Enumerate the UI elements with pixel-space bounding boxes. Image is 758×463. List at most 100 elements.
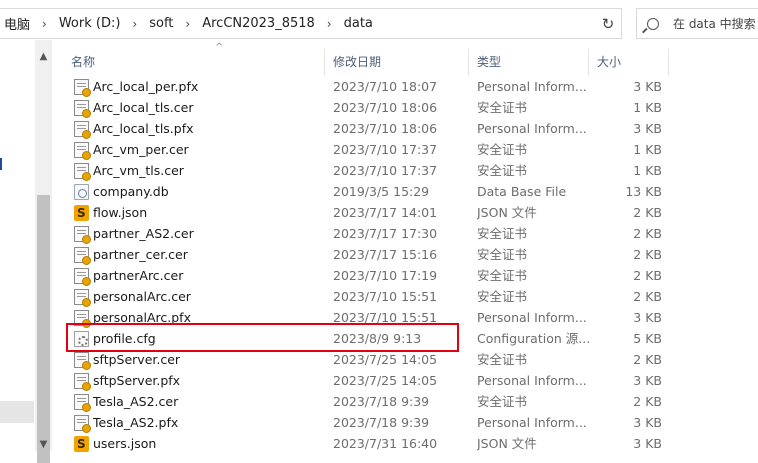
refresh-icon[interactable]: ↻ <box>594 8 622 39</box>
chevron-right-icon[interactable]: › <box>319 17 340 31</box>
file-row[interactable]: sftpServer.pfx 2023/7/25 14:05 Personal In… <box>62 370 758 391</box>
file-type: 安全证书 <box>477 352 528 367</box>
file-type: Configuration 源... <box>477 331 591 346</box>
breadcrumb-data[interactable]: data <box>340 16 377 31</box>
column-header-size[interactable]: 大小 <box>588 49 668 75</box>
file-size: 2 KB <box>633 226 662 241</box>
column-header-type[interactable]: 类型 <box>468 49 588 75</box>
file-type: Personal Inform... <box>477 373 587 388</box>
file-size: 2 KB <box>633 289 662 304</box>
file-size: 2 KB <box>633 268 662 283</box>
file-type: Personal Inform... <box>477 310 587 325</box>
file-date: 2023/7/17 14:01 <box>333 205 438 220</box>
search-placeholder: 在 data 中搜索 <box>673 17 756 31</box>
file-name: Arc_vm_per.cer <box>93 142 189 157</box>
file-row[interactable]: flow.json 2023/7/17 14:01 JSON 文件 2 KB <box>62 202 758 223</box>
file-name: Arc_local_tls.pfx <box>93 121 194 136</box>
file-row[interactable]: personalArc.cer 2023/7/10 15:51 安全证书 2 KB <box>62 286 758 307</box>
file-name: sftpServer.pfx <box>93 373 181 388</box>
file-row[interactable]: partner_cer.cer 2023/7/17 15:16 安全证书 2 KB <box>62 244 758 265</box>
certificate-icon <box>74 121 91 139</box>
column-header-date[interactable]: 修改日期 <box>324 49 468 75</box>
certificate-icon <box>74 226 91 244</box>
file-name: sftpServer.cer <box>93 352 181 367</box>
file-size: 1 KB <box>633 142 662 157</box>
file-row[interactable]: Arc_local_tls.pfx 2023/7/10 18:06 Personal… <box>62 118 758 139</box>
certificate-icon <box>74 415 91 433</box>
database-file-icon <box>74 184 89 200</box>
column-headers: 名称 修改日期 类型 大小 <box>62 49 758 75</box>
file-size: 3 KB <box>633 415 662 430</box>
file-type: 安全证书 <box>477 268 528 283</box>
file-name: Tesla_AS2.cer <box>93 394 179 409</box>
file-size: 3 KB <box>633 373 662 388</box>
file-name: Arc_vm_tls.cer <box>93 163 184 178</box>
file-name: Arc_local_tls.cer <box>93 100 194 115</box>
breadcrumb-arccn[interactable]: ArcCN2023_8518 <box>198 16 319 31</box>
scroll-down-arrow-icon[interactable]: ▼ <box>35 436 52 453</box>
file-row[interactable]: Arc_vm_per.cer 2023/7/10 17:37 安全证书 1 KB <box>62 139 758 160</box>
file-date: 2023/7/10 17:19 <box>333 268 438 283</box>
file-row[interactable]: partner_AS2.cer 2023/7/17 17:30 安全证书 2 KB <box>62 223 758 244</box>
search-input[interactable]: 在 data 中搜索 <box>636 8 758 39</box>
file-date: 2023/7/25 14:05 <box>333 373 438 388</box>
file-name: Arc_local_per.pfx <box>93 79 199 94</box>
file-date: 2023/7/10 18:06 <box>333 121 438 136</box>
file-name: flow.json <box>93 205 148 220</box>
certificate-icon <box>74 289 91 307</box>
column-header-name[interactable]: 名称 <box>62 49 324 75</box>
file-date: 2023/7/10 18:07 <box>333 79 438 94</box>
file-row[interactable]: company.db 2019/3/5 15:29 Data Base File 13… <box>62 181 758 202</box>
file-name: company.db <box>93 184 169 199</box>
file-row[interactable]: partnerArc.cer 2023/7/10 17:19 安全证书 2 KB <box>62 265 758 286</box>
file-date: 2023/7/10 17:37 <box>333 142 438 157</box>
file-row[interactable]: Arc_vm_tls.cer 2023/7/10 17:37 安全证书 1 KB <box>62 160 758 181</box>
file-date: 2023/7/25 14:05 <box>333 352 438 367</box>
scroll-up-arrow-icon[interactable]: ▲ <box>35 48 52 65</box>
file-row[interactable]: sftpServer.cer 2023/7/25 14:05 安全证书 2 KB <box>62 349 758 370</box>
file-size: 2 KB <box>633 205 662 220</box>
chevron-right-icon[interactable]: › <box>34 17 55 31</box>
file-date: 2023/7/17 17:30 <box>333 226 438 241</box>
file-name: partner_AS2.cer <box>93 226 194 241</box>
file-row[interactable]: Tesla_AS2.cer 2023/7/18 9:39 安全证书 2 KB <box>62 391 758 412</box>
file-type: 安全证书 <box>477 142 528 157</box>
file-date: 2023/7/10 18:06 <box>333 100 438 115</box>
breadcrumb-this-pc[interactable]: 电脑 <box>0 14 34 33</box>
file-size: 5 KB <box>633 331 662 346</box>
file-size: 1 KB <box>633 163 662 178</box>
file-name: personalArc.cer <box>93 289 191 304</box>
address-bar[interactable]: 电脑 › Work (D:) › soft › ArcCN2023_8518 ›… <box>0 8 622 39</box>
file-size: 2 KB <box>633 352 662 367</box>
certificate-icon <box>74 142 91 160</box>
file-date: 2023/7/10 15:51 <box>333 289 438 304</box>
file-row[interactable]: Tesla_AS2.pfx 2023/7/18 9:39 Personal Info… <box>62 412 758 433</box>
file-date: 2019/3/5 15:29 <box>333 184 430 199</box>
breadcrumb-soft[interactable]: soft <box>145 16 177 31</box>
file-date: 2023/7/18 9:39 <box>333 394 430 409</box>
nav-scrollbar[interactable]: ▲ ▼ <box>35 40 52 463</box>
json-file-icon <box>74 436 89 452</box>
certificate-icon <box>74 373 91 391</box>
file-row[interactable]: Arc_local_per.pfx 2023/7/10 18:07 Personal… <box>62 76 758 97</box>
certificate-icon <box>74 100 91 118</box>
nav-item-selected[interactable] <box>0 401 34 423</box>
chevron-right-icon[interactable]: › <box>124 17 145 31</box>
file-type: 安全证书 <box>477 247 528 262</box>
highlight-box <box>66 323 459 352</box>
breadcrumb-drive[interactable]: Work (D:) <box>55 16 125 31</box>
file-size: 13 KB <box>625 184 662 199</box>
column-divider[interactable] <box>668 49 669 75</box>
scrollbar-thumb[interactable] <box>37 195 50 463</box>
file-type: Personal Inform... <box>477 79 587 94</box>
file-date: 2023/7/17 15:16 <box>333 247 438 262</box>
file-row[interactable]: Arc_local_tls.cer 2023/7/10 18:06 安全证书 1 KB <box>62 97 758 118</box>
file-type: Data Base File <box>477 184 567 199</box>
chevron-right-icon[interactable]: › <box>177 17 198 31</box>
file-type: 安全证书 <box>477 394 528 409</box>
certificate-icon <box>74 247 91 265</box>
file-date: 2023/7/18 9:39 <box>333 415 430 430</box>
json-file-icon <box>74 205 89 221</box>
file-size: 2 KB <box>633 394 662 409</box>
file-type: 安全证书 <box>477 100 528 115</box>
